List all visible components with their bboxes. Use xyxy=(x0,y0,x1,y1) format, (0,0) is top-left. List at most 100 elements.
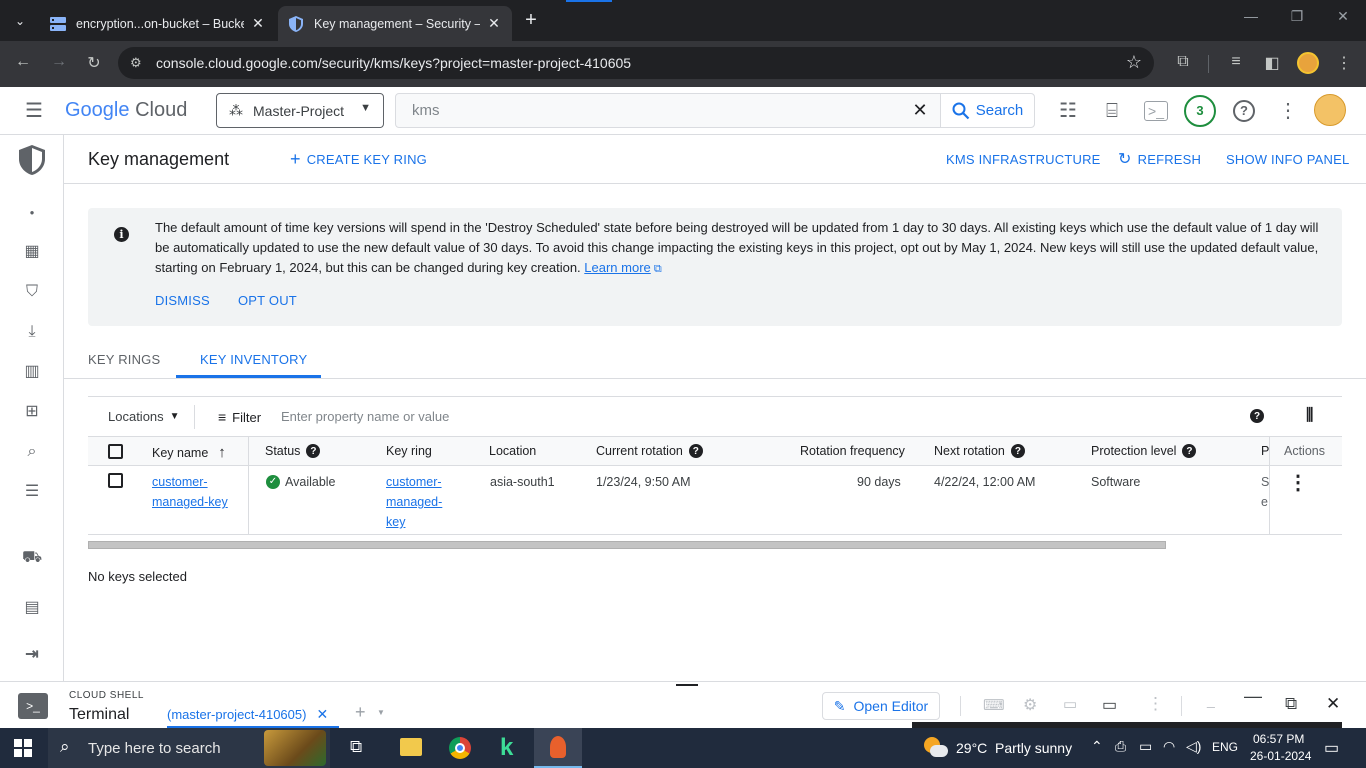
create-key-ring-button[interactable]: + CREATE KEY RING xyxy=(290,150,427,168)
google-cloud-logo[interactable]: Google Cloud xyxy=(65,99,187,122)
list-icon[interactable]: ☰ xyxy=(22,482,42,502)
minimize-icon[interactable]: — xyxy=(1228,8,1274,24)
search-policy-icon[interactable]: ⌕ xyxy=(22,442,42,462)
search-button[interactable]: Search xyxy=(940,94,1034,127)
volume-icon[interactable]: ◁) xyxy=(1186,738,1201,755)
tray-device-icon[interactable]: ⎙ xyxy=(1115,738,1126,755)
layout-icon[interactable]: ▭ xyxy=(1102,695,1117,715)
shell-session-tab[interactable]: (master-project-410605) ✕ xyxy=(167,706,328,723)
close-session-icon[interactable]: ✕ xyxy=(316,706,328,723)
language-indicator[interactable]: ENG xyxy=(1212,740,1238,754)
more-options-icon[interactable]: ⋮ xyxy=(1276,99,1300,123)
gift-icon[interactable]: ⌸ xyxy=(1100,99,1124,123)
horizontal-scrollbar[interactable] xyxy=(88,541,1166,549)
bookmark-star-icon[interactable]: ☆ xyxy=(1126,52,1142,73)
window-close-icon[interactable]: ✕ xyxy=(1320,8,1366,25)
tab-key-inventory[interactable]: KEY INVENTORY xyxy=(200,352,307,367)
column-display-icon[interactable]: ⫼ xyxy=(1306,407,1313,425)
web-preview-icon[interactable]: ▭ xyxy=(1063,695,1077,713)
release-notes-icon[interactable]: ▤ xyxy=(22,598,42,618)
wifi-icon[interactable]: ◠ xyxy=(1163,738,1175,755)
project-selector[interactable]: ⁂ Master-Project ▼ xyxy=(216,93,384,128)
opt-out-button[interactable]: OPT OUT xyxy=(238,293,297,308)
keyboard-icon[interactable]: ⌨ xyxy=(983,696,1005,714)
marketplace-icon[interactable]: ⛟ xyxy=(22,548,42,568)
grid-icon[interactable]: ▥ xyxy=(22,362,42,382)
download-icon[interactable]: ⤓ xyxy=(22,322,42,342)
new-tab-button[interactable]: + xyxy=(520,9,542,31)
account-avatar[interactable] xyxy=(1314,94,1346,126)
close-icon[interactable]: ✕ xyxy=(250,15,266,32)
tab-key-rings[interactable]: KEY RINGS xyxy=(88,352,160,367)
file-explorer-icon[interactable] xyxy=(400,738,422,756)
col-current-rotation[interactable]: Current rotation? xyxy=(596,444,703,458)
clock-time[interactable]: 06:57 PM xyxy=(1253,732,1304,746)
site-info-icon[interactable]: ⚙ xyxy=(130,55,142,71)
search-bar[interactable]: kms ✕ Search xyxy=(395,93,1035,128)
browser-menu-icon[interactable]: ⋮ xyxy=(1333,53,1355,73)
weather-text[interactable]: 29°C Partly sunny xyxy=(956,740,1072,756)
tray-chevron-icon[interactable]: ⌃ xyxy=(1091,738,1103,755)
taskbar-search[interactable]: ⌕ Type here to search xyxy=(48,728,330,768)
chrome-icon[interactable] xyxy=(449,737,471,759)
hierarchy-icon[interactable]: ⊞ xyxy=(22,402,42,422)
help-icon[interactable]: ? xyxy=(1250,409,1264,423)
kms-infrastructure-button[interactable]: KMS INFRASTRUCTURE xyxy=(946,152,1101,167)
col-protection-level[interactable]: Protection level? xyxy=(1091,444,1197,458)
col-key-name[interactable]: Key name ↑ xyxy=(152,444,226,461)
notification-center-icon[interactable]: ▭ xyxy=(1324,738,1339,758)
filter-label-group[interactable]: ≡ Filter xyxy=(218,409,261,425)
cloud-shell-icon[interactable]: >_ xyxy=(1144,101,1168,121)
col-status[interactable]: Status? xyxy=(265,444,321,458)
address-bar[interactable]: ⚙ console.cloud.google.com/security/kms/… xyxy=(118,47,1154,79)
refresh-button[interactable]: ↻ REFRESH xyxy=(1118,152,1201,168)
dismiss-button[interactable]: DISMISS xyxy=(155,293,210,308)
search-input[interactable]: kms xyxy=(396,102,900,119)
browser-tab-bucket[interactable]: encryption...on-bucket – Bucket ✕ xyxy=(40,6,276,41)
clock-date[interactable]: 26-01-2024 xyxy=(1250,749,1311,763)
shell-close-icon[interactable]: ✕ xyxy=(1326,694,1340,714)
col-rotation-frequency[interactable]: Rotation frequency xyxy=(800,444,905,458)
dashboard-icon[interactable]: ▦ xyxy=(22,242,42,262)
back-icon[interactable]: ← xyxy=(12,53,34,71)
row-actions-kebab-icon[interactable]: ⋮ xyxy=(1288,470,1308,495)
reload-icon[interactable]: ↻ xyxy=(83,53,105,73)
forward-icon[interactable]: → xyxy=(48,53,70,71)
restore-icon[interactable]: ❐ xyxy=(1274,8,1320,25)
notes-icon[interactable]: ☷ xyxy=(1056,99,1080,123)
task-view-icon[interactable]: ⧉ xyxy=(350,737,362,757)
open-editor-button[interactable]: ✎ Open Editor xyxy=(822,692,940,720)
key-ring-link[interactable]: customer-managed-key xyxy=(386,475,442,529)
col-next-rotation[interactable]: Next rotation? xyxy=(934,444,1025,458)
locations-dropdown[interactable]: Locations ▼ xyxy=(108,409,180,424)
shield-small-icon[interactable]: ⛉ xyxy=(22,282,42,302)
shell-more-icon[interactable]: ⋮ xyxy=(1147,694,1164,714)
col-location[interactable]: Location xyxy=(489,444,536,458)
close-icon[interactable]: ✕ xyxy=(486,15,502,32)
clear-search-icon[interactable]: ✕ xyxy=(900,100,940,121)
expand-rail-icon[interactable]: ⇥ xyxy=(22,645,42,665)
extensions-icon[interactable]: ⧉ xyxy=(1172,53,1194,71)
settings-gear-icon[interactable]: ⚙ xyxy=(1023,695,1037,715)
shell-minimize-icon[interactable]: _ xyxy=(1207,692,1215,708)
media-control-icon[interactable]: ≡ xyxy=(1225,53,1247,71)
profile-avatar[interactable] xyxy=(1297,52,1319,74)
session-dropdown-icon[interactable]: ▼ xyxy=(377,708,385,717)
add-session-icon[interactable]: + xyxy=(355,702,366,723)
help-icon[interactable]: ? xyxy=(1010,444,1025,458)
select-all-checkbox[interactable] xyxy=(108,444,123,459)
shell-open-new-window-icon[interactable]: ⧉ xyxy=(1285,694,1297,714)
hamburger-menu-icon[interactable]: ☰ xyxy=(22,99,46,123)
learn-more-link[interactable]: Learn more xyxy=(584,260,650,275)
help-icon[interactable]: ? xyxy=(306,444,321,458)
help-icon[interactable]: ? xyxy=(688,444,703,458)
show-info-panel-button[interactable]: SHOW INFO PANEL xyxy=(1226,152,1349,167)
battery-icon[interactable]: ▭ xyxy=(1139,738,1152,755)
shell-restore-icon[interactable]: — xyxy=(1244,686,1262,707)
app-k-icon[interactable]: k xyxy=(500,734,513,762)
key-name-link[interactable]: customer-managed-key xyxy=(152,475,228,509)
tab-search-button[interactable]: ⌄ xyxy=(8,10,32,32)
filter-input[interactable]: Enter property name or value xyxy=(281,409,981,424)
security-shield-icon[interactable] xyxy=(19,145,45,178)
col-key-ring[interactable]: Key ring xyxy=(386,444,432,458)
